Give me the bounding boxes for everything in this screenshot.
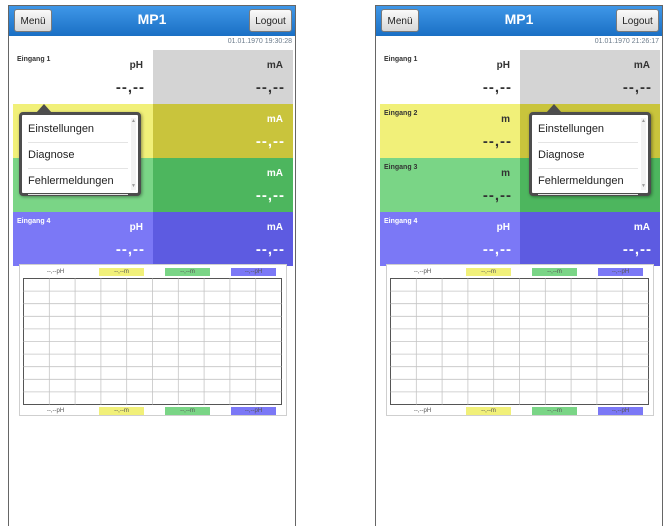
value-display: --,--: [482, 133, 512, 150]
chart-legend-bottom-2: --,--m: [99, 407, 144, 415]
scroll-up-icon[interactable]: ▲: [641, 119, 646, 124]
unit-label: pH: [129, 222, 143, 233]
logout-button[interactable]: Logout: [616, 9, 659, 32]
chart-legend-bottom-1: --,--pH: [400, 407, 445, 415]
chart-legend-top-3: --,--m: [532, 268, 577, 276]
device-screen-2: Menü MP1 Logout 01.01.1970 21:26:17 Eing…: [375, 5, 663, 526]
unit-label: m: [501, 114, 510, 125]
input-name: Eingang 4: [384, 218, 418, 225]
unit-label: mA: [266, 60, 283, 71]
trend-chart: --,--pH --,--m --,--m --,--pH --,--pH --…: [19, 264, 287, 416]
input-tile-4[interactable]: Eingang 4 pH --,--: [13, 212, 153, 266]
value-display: --,--: [255, 79, 285, 96]
scroll-up-icon[interactable]: ▲: [131, 119, 136, 124]
menu-item-fehlermeldungen[interactable]: Fehlermeldungen: [538, 169, 638, 195]
unit-label: mA: [633, 222, 650, 233]
input-name: Eingang 4: [17, 218, 51, 225]
chart-legend-top-3: --,--m: [165, 268, 210, 276]
scroll-down-icon[interactable]: ▼: [131, 184, 136, 189]
input-name: Eingang 3: [384, 164, 418, 171]
unit-label: mA: [266, 168, 283, 179]
popup-pointer: [546, 104, 562, 113]
menu-item-diagnose[interactable]: Diagnose: [538, 143, 638, 169]
value-display: --,--: [255, 187, 285, 204]
unit-label: mA: [266, 222, 283, 233]
chart-legend-top-1: --,--pH: [400, 268, 445, 276]
chart-legend-bottom-3: --,--m: [165, 407, 210, 415]
menu-item-diagnose[interactable]: Diagnose: [28, 143, 128, 169]
input-tile-2[interactable]: Eingang 2 m --,--: [380, 104, 520, 158]
input-tile-4[interactable]: Eingang 4 pH --,--: [380, 212, 520, 266]
output-tile-4[interactable]: mA --,--: [520, 212, 660, 266]
chart-grid: [386, 264, 654, 416]
chart-legend-bottom-4: --,--pH: [231, 407, 276, 415]
value-display: --,--: [482, 79, 512, 96]
menu-item-einstellungen[interactable]: Einstellungen: [28, 117, 128, 143]
context-menu-popup: Einstellungen Diagnose Fehlermeldungen ▲…: [529, 104, 651, 196]
unit-label: pH: [496, 60, 510, 71]
context-menu-popup: Einstellungen Diagnose Fehlermeldungen ▲…: [19, 104, 141, 196]
trend-chart: --,--pH --,--m --,--m --,--pH --,--pH --…: [386, 264, 654, 416]
chart-legend-top-4: --,--pH: [231, 268, 276, 276]
menu-item-einstellungen[interactable]: Einstellungen: [538, 117, 638, 143]
menu-item-fehlermeldungen[interactable]: Fehlermeldungen: [28, 169, 128, 195]
chart-legend-bottom-4: --,--pH: [598, 407, 643, 415]
chart-legend-top-4: --,--pH: [598, 268, 643, 276]
chart-legend-top-1: --,--pH: [33, 268, 78, 276]
logout-button[interactable]: Logout: [249, 9, 292, 32]
chart-grid: [19, 264, 287, 416]
output-tile-1[interactable]: mA --,--: [153, 50, 293, 104]
value-display: --,--: [115, 241, 145, 258]
datetime-label: 01.01.1970 21:26:17: [594, 38, 659, 45]
device-screen-1: Menü MP1 Logout 01.01.1970 19:30:28 Eing…: [8, 5, 296, 526]
chart-legend-bottom-3: --,--m: [532, 407, 577, 415]
output-tile-3[interactable]: mA --,--: [153, 158, 293, 212]
input-tile-1[interactable]: Eingang 1 pH --,--: [13, 50, 153, 104]
input-tile-3[interactable]: Eingang 3 m --,--: [380, 158, 520, 212]
value-display: --,--: [255, 241, 285, 258]
unit-label: mA: [633, 60, 650, 71]
input-name: Eingang 1: [384, 56, 418, 63]
input-name: Eingang 2: [384, 110, 418, 117]
value-display: --,--: [482, 187, 512, 204]
unit-label: pH: [496, 222, 510, 233]
output-tile-2[interactable]: mA --,--: [153, 104, 293, 158]
value-display: --,--: [482, 241, 512, 258]
scroll-down-icon[interactable]: ▼: [641, 184, 646, 189]
chart-legend-bottom-1: --,--pH: [33, 407, 78, 415]
input-tile-1[interactable]: Eingang 1 pH --,--: [380, 50, 520, 104]
value-display: --,--: [622, 241, 652, 258]
chart-legend-top-2: --,--m: [99, 268, 144, 276]
output-tile-1[interactable]: mA --,--: [520, 50, 660, 104]
unit-label: m: [501, 168, 510, 179]
output-tile-4[interactable]: mA --,--: [153, 212, 293, 266]
input-name: Eingang 1: [17, 56, 51, 63]
chart-legend-bottom-2: --,--m: [466, 407, 511, 415]
datetime-label: 01.01.1970 19:30:28: [227, 38, 292, 45]
popup-scrollbar[interactable]: [131, 118, 136, 190]
value-display: --,--: [622, 79, 652, 96]
unit-label: mA: [266, 114, 283, 125]
popup-scrollbar[interactable]: [641, 118, 646, 190]
chart-legend-top-2: --,--m: [466, 268, 511, 276]
unit-label: pH: [129, 60, 143, 71]
popup-pointer: [36, 104, 52, 113]
value-display: --,--: [115, 79, 145, 96]
value-display: --,--: [255, 133, 285, 150]
